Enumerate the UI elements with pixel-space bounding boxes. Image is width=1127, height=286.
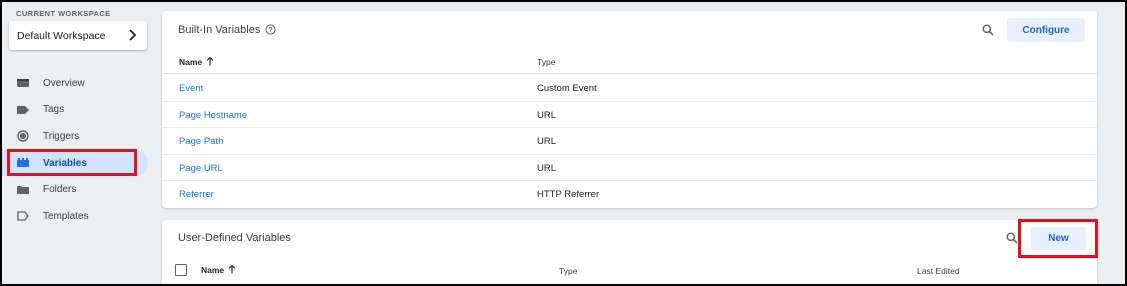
chevron-right-icon (129, 29, 137, 41)
svg-text:?: ? (268, 27, 272, 34)
sidebar-item-tags[interactable]: Tags (0, 97, 148, 124)
user-defined-variables-title: User-Defined Variables (178, 232, 291, 244)
sidebar-item-label: Triggers (43, 130, 80, 142)
trigger-icon (17, 130, 29, 143)
table-row: Page Hostname URL (162, 102, 1097, 129)
tag-icon (17, 105, 29, 115)
sidebar-item-templates[interactable]: Templates (0, 203, 148, 230)
variables-highlight-box (7, 149, 137, 176)
variable-type: URL (537, 136, 557, 148)
builtin-variables-title: Built-In Variables (178, 24, 261, 36)
variable-type: URL (537, 109, 557, 121)
search-icon[interactable] (982, 24, 994, 36)
type-column-header: Type (559, 266, 578, 276)
workspace-selector[interactable]: Default Workspace (9, 21, 147, 50)
sidebar-item-folders[interactable]: Folders (0, 176, 148, 203)
variable-type: HTTP Referrer (537, 189, 600, 201)
workspace-name: Default Workspace (17, 29, 106, 42)
builtin-variables-card: Built-In Variables ? Configure Name Type… (162, 11, 1097, 208)
select-all-checkbox[interactable] (175, 264, 187, 276)
name-column-header[interactable]: Name (201, 265, 236, 275)
builtin-table-body: Event Custom Event Page Hostname URL Pag… (162, 75, 1097, 208)
user-defined-variables-card: User-Defined Variables New Name Type Las… (162, 220, 1097, 286)
table-row: Page URL URL (162, 155, 1097, 182)
variable-type: Custom Event (537, 83, 597, 94)
sidebar-item-label: Tags (43, 104, 65, 116)
sidebar: CURRENT WORKSPACE Default Workspace Over… (0, 0, 160, 286)
sidebar-item-label: Folders (43, 184, 77, 196)
variable-name-link[interactable]: Page Path (179, 136, 223, 147)
sort-ascending-icon (206, 57, 214, 66)
variable-name-link[interactable]: Event (179, 83, 203, 94)
variable-type: URL (537, 162, 557, 174)
sidebar-item-triggers[interactable]: Triggers (0, 123, 148, 150)
last-edited-column-header: Last Edited (917, 266, 960, 276)
new-button-highlight-box (1018, 219, 1098, 258)
table-row: Referrer HTTP Referrer (162, 181, 1097, 208)
user-defined-table-header: Name Type Last Edited (162, 258, 1097, 280)
variable-name-link[interactable]: Referrer (179, 189, 214, 200)
type-column-header: Type (537, 57, 556, 67)
builtin-table-header: Name Type (162, 51, 1097, 74)
workspace-label: CURRENT WORKSPACE (16, 9, 111, 18)
sidebar-item-label: Templates (43, 210, 89, 222)
folder-icon (17, 185, 29, 195)
search-icon[interactable] (1006, 232, 1018, 244)
name-column-header[interactable]: Name (179, 57, 214, 67)
template-icon (17, 211, 29, 221)
sort-ascending-icon (228, 265, 236, 274)
table-row: Page Path URL (162, 128, 1097, 155)
help-icon[interactable]: ? (265, 24, 276, 35)
sidebar-item-label: Overview (43, 77, 85, 89)
variable-name-link[interactable]: Page Hostname (179, 110, 247, 121)
variable-name-link[interactable]: Page URL (179, 163, 223, 174)
sidebar-item-overview[interactable]: Overview (0, 70, 148, 97)
overview-icon (17, 78, 29, 88)
table-row: Event Custom Event (162, 75, 1097, 102)
configure-button[interactable]: Configure (1007, 18, 1085, 42)
